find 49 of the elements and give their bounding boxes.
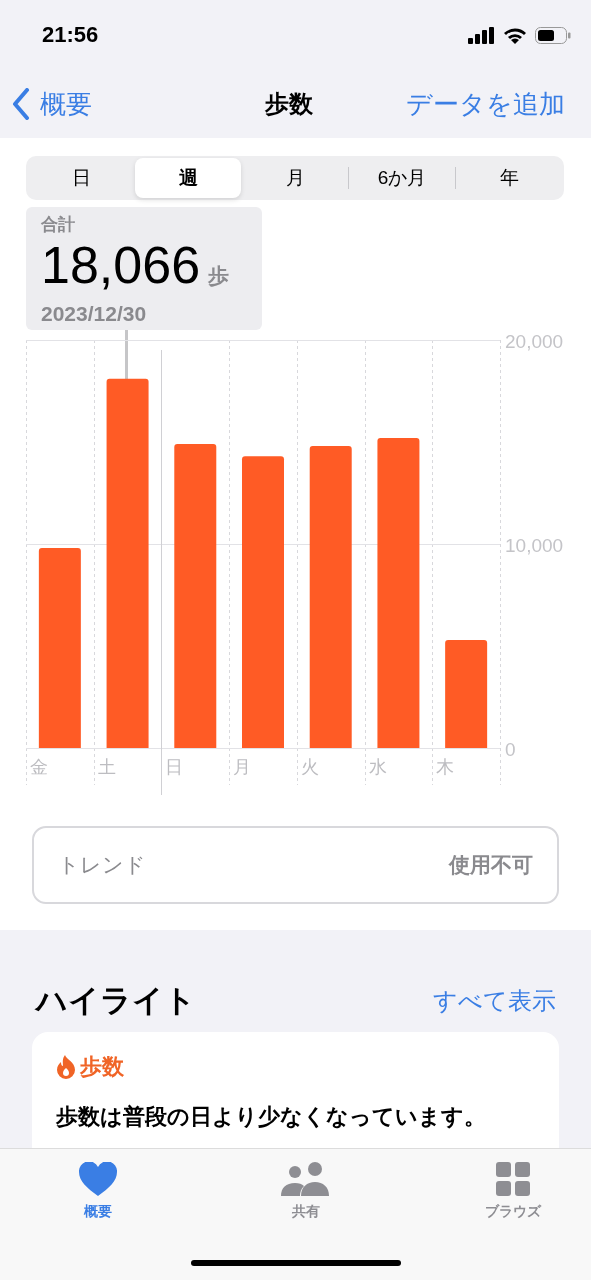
- segment-tab[interactable]: 週: [135, 158, 241, 198]
- highlight-card[interactable]: 歩数 歩数は普段の日より少なくなっています。: [32, 1032, 559, 1148]
- axis-label: 月: [233, 757, 252, 777]
- segment-tab[interactable]: 月: [242, 158, 348, 198]
- chart-bar[interactable]: [38, 548, 81, 748]
- chart-bar[interactable]: [174, 444, 217, 748]
- segment-tab[interactable]: 6か月: [349, 158, 455, 198]
- axis-label: 水: [368, 757, 387, 777]
- axis-label: 木: [436, 757, 455, 777]
- axis-label: 10,000: [505, 534, 564, 556]
- status-time: 21:56: [42, 22, 99, 48]
- chart-bar[interactable]: [309, 446, 352, 748]
- signal-icon: [468, 26, 495, 44]
- tab-bar-item[interactable]: ブラウズ: [455, 1161, 571, 1221]
- grid-icon: [496, 1162, 530, 1196]
- step-total: 18,066: [41, 236, 201, 294]
- summary-label: 合計: [41, 214, 76, 236]
- axis-label: 0: [505, 738, 516, 760]
- chart-bar[interactable]: [106, 378, 149, 748]
- back-button[interactable]: 概要: [12, 86, 265, 122]
- trend-value: 使用不可: [449, 852, 533, 878]
- axis-label: 20,000: [505, 330, 564, 352]
- summary-date: 2023/12/30: [41, 302, 148, 326]
- heart-icon: [79, 1162, 117, 1196]
- segment-tab[interactable]: 日: [28, 158, 134, 198]
- selection-line: [125, 330, 128, 380]
- segment-tab[interactable]: 年: [456, 158, 562, 198]
- page-title: 歩数: [264, 89, 313, 119]
- chart-bar[interactable]: [377, 437, 420, 748]
- section-title: ハイライト: [36, 982, 196, 1020]
- trend-label: トレンド: [58, 852, 146, 878]
- add-data-link[interactable]: データを追加: [406, 86, 565, 122]
- chart-bar[interactable]: [445, 639, 488, 748]
- axis-label: 金: [30, 757, 48, 777]
- chevron-left-icon: [12, 88, 30, 120]
- people-icon: [280, 1162, 331, 1196]
- wifi-icon: [503, 26, 527, 44]
- flame-icon: [56, 1055, 76, 1079]
- axis-label: 日: [165, 757, 184, 777]
- axis-label: 火: [300, 757, 319, 777]
- show-all-link[interactable]: すべて表示: [433, 985, 556, 1017]
- tab-bar-item[interactable]: 共有: [247, 1161, 364, 1221]
- highlight-category: 歩数: [80, 1053, 124, 1081]
- step-unit: 歩: [208, 263, 230, 289]
- battery-icon: [535, 26, 571, 44]
- tab-bar-item[interactable]: 概要: [40, 1161, 156, 1221]
- trend-card[interactable]: トレンド 使用不可: [32, 826, 559, 904]
- axis-label: 土: [97, 757, 116, 777]
- highlight-text: 歩数は普段の日より少なくなっています。: [56, 1103, 487, 1131]
